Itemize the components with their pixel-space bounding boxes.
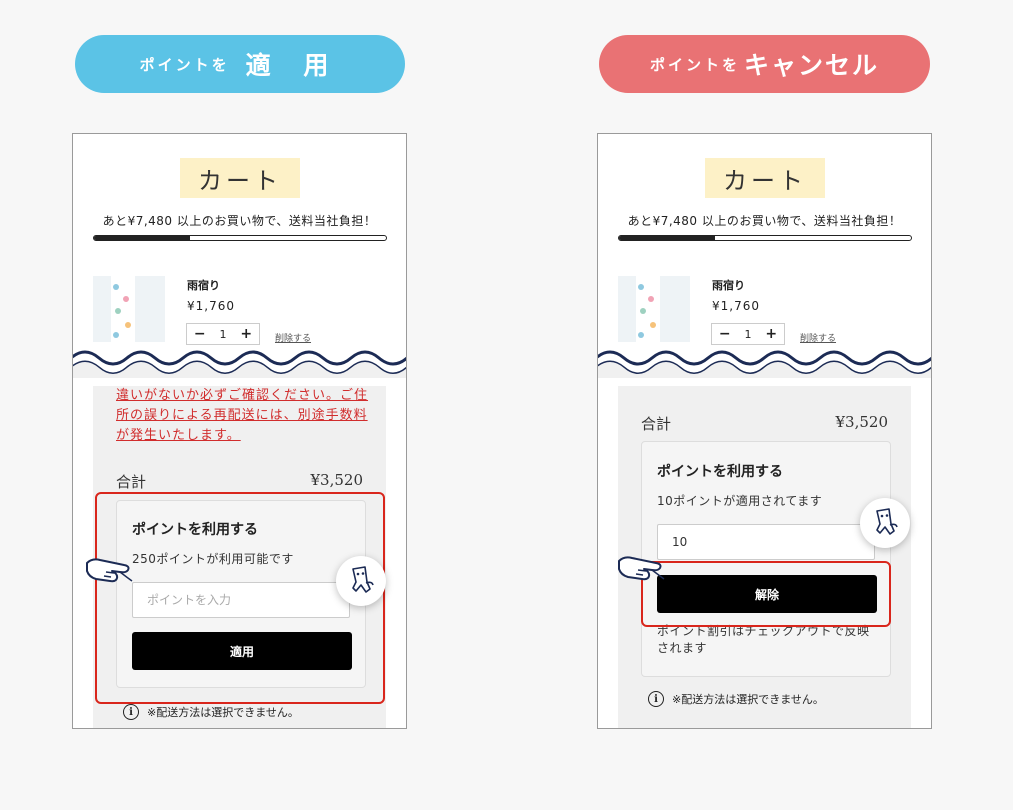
address-warning: 違いがないか必ずご確認ください。ご住所の誤りによる再配送には、別途手数料が発生い… (116, 388, 369, 443)
quantity-minus-button[interactable]: − (194, 326, 206, 342)
free-shipping-message: あと¥7,480 以上のお買い物で、送料当社負担！ (627, 214, 902, 228)
product-price: ¥1,760 (712, 299, 760, 313)
shipping-note: i ※配送方法は選択できません。 (648, 691, 824, 707)
points-section-highlight (95, 492, 385, 704)
total-label: 合計 (641, 415, 672, 433)
quantity-minus-button[interactable]: − (719, 326, 731, 342)
discount-note: ポイント割引はチェックアウトで反映されます (657, 624, 870, 655)
free-shipping-message: あと¥7,480 以上のお買い物で、送料当社負担！ (102, 214, 377, 228)
product-thumbnail[interactable] (93, 276, 165, 342)
points-title: ポイントを利用する (657, 464, 783, 480)
apply-header-main: 適 用 (245, 51, 341, 80)
cancel-header-main: キャンセル (744, 51, 880, 80)
wave-divider (73, 350, 406, 378)
points-input[interactable] (657, 524, 875, 560)
shipping-progress-bar (93, 235, 387, 241)
cart-title: カート (180, 158, 300, 198)
shipping-progress-bar (618, 235, 912, 241)
total-row: 合計 ¥3,520 (641, 413, 888, 434)
quantity-plus-button[interactable]: + (240, 326, 252, 342)
total-row: 合計 ¥3,520 (116, 471, 363, 492)
total-label: 合計 (116, 473, 147, 491)
quantity-value: 1 (219, 327, 227, 341)
shipping-note: i ※配送方法は選択できません。 (123, 704, 299, 720)
product-name[interactable]: 雨宿り (712, 277, 745, 293)
points-applied: 10ポイントが適用されてます (657, 494, 823, 508)
cart-screen-cancel: カート あと¥7,480 以上のお買い物で、送料当社負担！ 雨宿り ¥1,760… (597, 133, 932, 729)
cart-title: カート (705, 158, 825, 198)
product-thumbnail[interactable] (618, 276, 690, 342)
quantity-stepper[interactable]: − 1 + (186, 323, 260, 345)
info-icon: i (648, 691, 664, 707)
delete-item-link[interactable]: 削除する (800, 331, 836, 344)
quantity-plus-button[interactable]: + (765, 326, 777, 342)
total-value: ¥3,520 (835, 413, 889, 431)
quantity-value: 1 (744, 327, 752, 341)
total-value: ¥3,520 (310, 471, 364, 489)
mascot-icon[interactable] (336, 556, 386, 606)
pointing-hand-icon (618, 556, 665, 581)
info-icon: i (123, 704, 139, 720)
release-button-highlight (641, 561, 891, 627)
points-card: ポイントを利用する 10ポイントが適用されてます 解除 ポイント割引はチェックア… (641, 441, 891, 677)
product-price: ¥1,760 (187, 299, 235, 313)
apply-points-header: ポイントを 適 用 (75, 35, 405, 93)
wave-divider (598, 350, 931, 378)
shipping-note-text: ※配送方法は選択できません。 (672, 693, 824, 706)
product-name[interactable]: 雨宿り (187, 277, 220, 293)
pointing-hand-icon (86, 558, 133, 583)
cancel-header-prefix: ポイントを (649, 55, 740, 74)
apply-header-prefix: ポイントを (139, 55, 230, 74)
cancel-points-header: ポイントを キャンセル (599, 35, 930, 93)
delete-item-link[interactable]: 削除する (275, 331, 311, 344)
quantity-stepper[interactable]: − 1 + (711, 323, 785, 345)
mascot-icon[interactable] (860, 498, 910, 548)
shipping-note-text: ※配送方法は選択できません。 (147, 706, 299, 719)
